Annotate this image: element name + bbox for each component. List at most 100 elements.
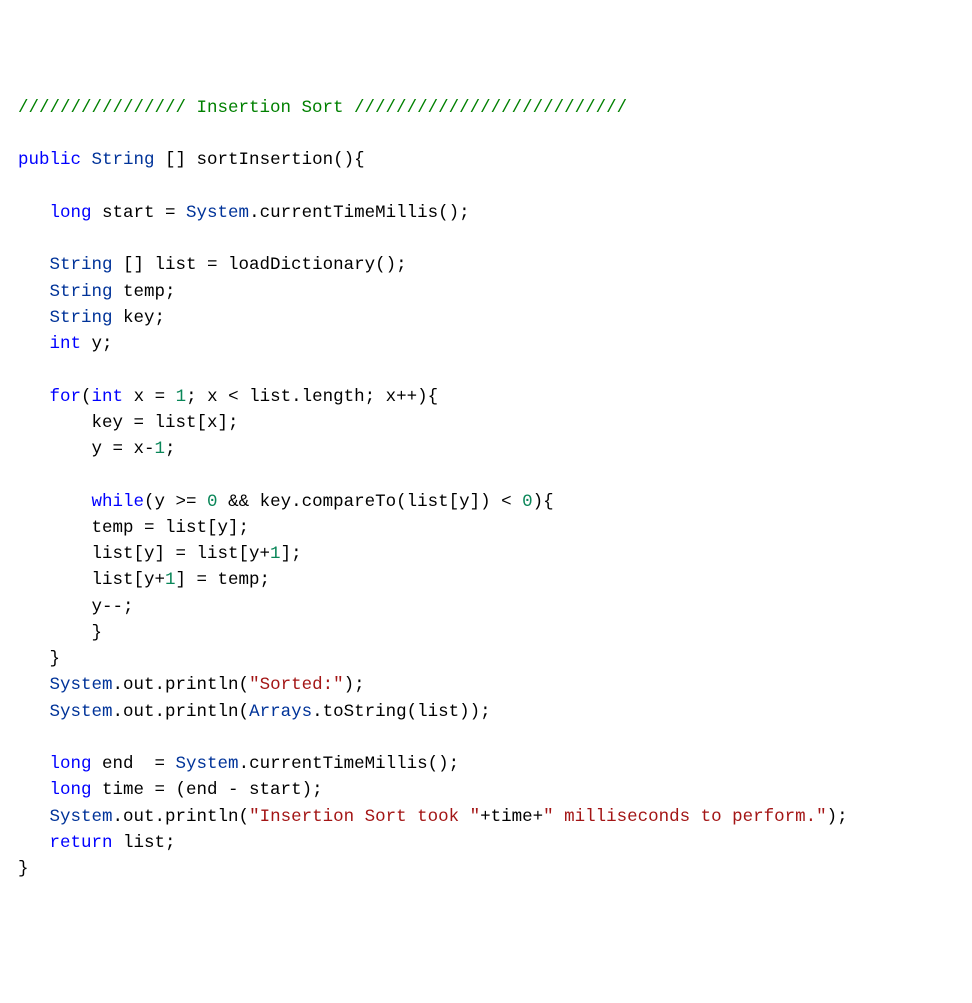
code-token: //////////////// Insertion Sort ////////… (18, 98, 627, 118)
code-token: long (50, 780, 92, 800)
code-token: 1 (155, 439, 166, 459)
code-token: .out.println( (113, 702, 250, 722)
code-token: long (50, 203, 92, 223)
code-line: long time = (end - start); (18, 777, 954, 803)
code-token: 1 (176, 387, 187, 407)
code-token: 0 (207, 492, 218, 512)
code-token (18, 203, 50, 223)
code-line (18, 121, 954, 147)
code-token (18, 807, 50, 827)
code-token: y = x- (18, 439, 155, 459)
code-line: String key; (18, 305, 954, 331)
code-token (18, 308, 50, 328)
code-token (18, 833, 50, 853)
code-token: System (50, 675, 113, 695)
code-token: .toString(list)); (312, 702, 491, 722)
code-token: } (18, 623, 102, 643)
code-token: Arrays (249, 702, 312, 722)
code-token (18, 255, 50, 275)
code-token: int (50, 334, 82, 354)
code-token: list[y+ (18, 570, 165, 590)
code-token (18, 780, 50, 800)
code-line: key = list[x]; (18, 410, 954, 436)
code-token: 1 (165, 570, 176, 590)
code-line (18, 357, 954, 383)
code-token (18, 387, 50, 407)
code-token: String (50, 282, 113, 302)
code-token: ( (81, 387, 92, 407)
code-line: for(int x = 1; x < list.length; x++){ (18, 384, 954, 410)
code-line (18, 226, 954, 252)
code-line: //////////////// Insertion Sort ////////… (18, 95, 954, 121)
code-token (81, 150, 92, 170)
code-line: return list; (18, 830, 954, 856)
code-token: System (50, 702, 113, 722)
code-token: 1 (270, 544, 281, 564)
code-token: +time+ (480, 807, 543, 827)
code-token: ){ (533, 492, 554, 512)
code-token: .out.println( (113, 807, 250, 827)
code-line: list[y+1] = temp; (18, 567, 954, 593)
code-token: .out.println( (113, 675, 250, 695)
code-line: y = x-1; (18, 436, 954, 462)
code-token: ]; (281, 544, 302, 564)
code-token: 0 (522, 492, 533, 512)
code-line: System.out.println("Sorted:"); (18, 672, 954, 698)
code-token (18, 282, 50, 302)
code-token: end = (92, 754, 176, 774)
code-token: String (92, 150, 155, 170)
code-block: //////////////// Insertion Sort ////////… (18, 95, 954, 883)
code-line (18, 725, 954, 751)
code-line (18, 462, 954, 488)
code-token: long (50, 754, 92, 774)
code-token: public (18, 150, 81, 170)
code-line: String [] list = loadDictionary(); (18, 252, 954, 278)
code-token: System (186, 203, 249, 223)
code-token (18, 675, 50, 695)
code-token: key = list[x]; (18, 413, 239, 433)
code-token: .currentTimeMillis(); (239, 754, 460, 774)
code-token: String (50, 308, 113, 328)
code-token: temp = list[y]; (18, 518, 249, 538)
code-token: [] list = loadDictionary(); (113, 255, 407, 275)
code-token (18, 754, 50, 774)
code-token: "Insertion Sort took " (249, 807, 480, 827)
code-token: time = (end - start); (92, 780, 323, 800)
code-line: list[y] = list[y+1]; (18, 541, 954, 567)
code-line: } (18, 646, 954, 672)
code-token: System (50, 807, 113, 827)
code-token (18, 702, 50, 722)
code-line: while(y >= 0 && key.compareTo(list[y]) <… (18, 489, 954, 515)
code-token: int (92, 387, 124, 407)
code-line: } (18, 620, 954, 646)
code-line: long end = System.currentTimeMillis(); (18, 751, 954, 777)
code-token: for (50, 387, 82, 407)
code-token: list[y] = list[y+ (18, 544, 270, 564)
code-token: && key.compareTo(list[y]) < (218, 492, 523, 512)
code-token: start = (92, 203, 187, 223)
code-token: System (176, 754, 239, 774)
code-line: System.out.println(Arrays.toString(list)… (18, 699, 954, 725)
code-token: ); (344, 675, 365, 695)
code-token: " milliseconds to perform." (543, 807, 827, 827)
code-line: public String [] sortInsertion(){ (18, 147, 954, 173)
code-line: System.out.println("Insertion Sort took … (18, 804, 954, 830)
code-token: temp; (113, 282, 176, 302)
code-token: ; (165, 439, 176, 459)
code-token: ] = temp; (176, 570, 271, 590)
code-token: (y >= (144, 492, 207, 512)
code-token: ); (827, 807, 848, 827)
code-line: String temp; (18, 279, 954, 305)
code-token: key; (113, 308, 166, 328)
code-token: } (18, 859, 29, 879)
code-token: y--; (18, 597, 134, 617)
code-token: list; (113, 833, 176, 853)
code-token: return (50, 833, 113, 853)
code-token (18, 334, 50, 354)
code-line: y--; (18, 594, 954, 620)
code-line: int y; (18, 331, 954, 357)
code-line: } (18, 856, 954, 882)
code-token: } (18, 649, 60, 669)
code-token: while (92, 492, 145, 512)
code-line (18, 174, 954, 200)
